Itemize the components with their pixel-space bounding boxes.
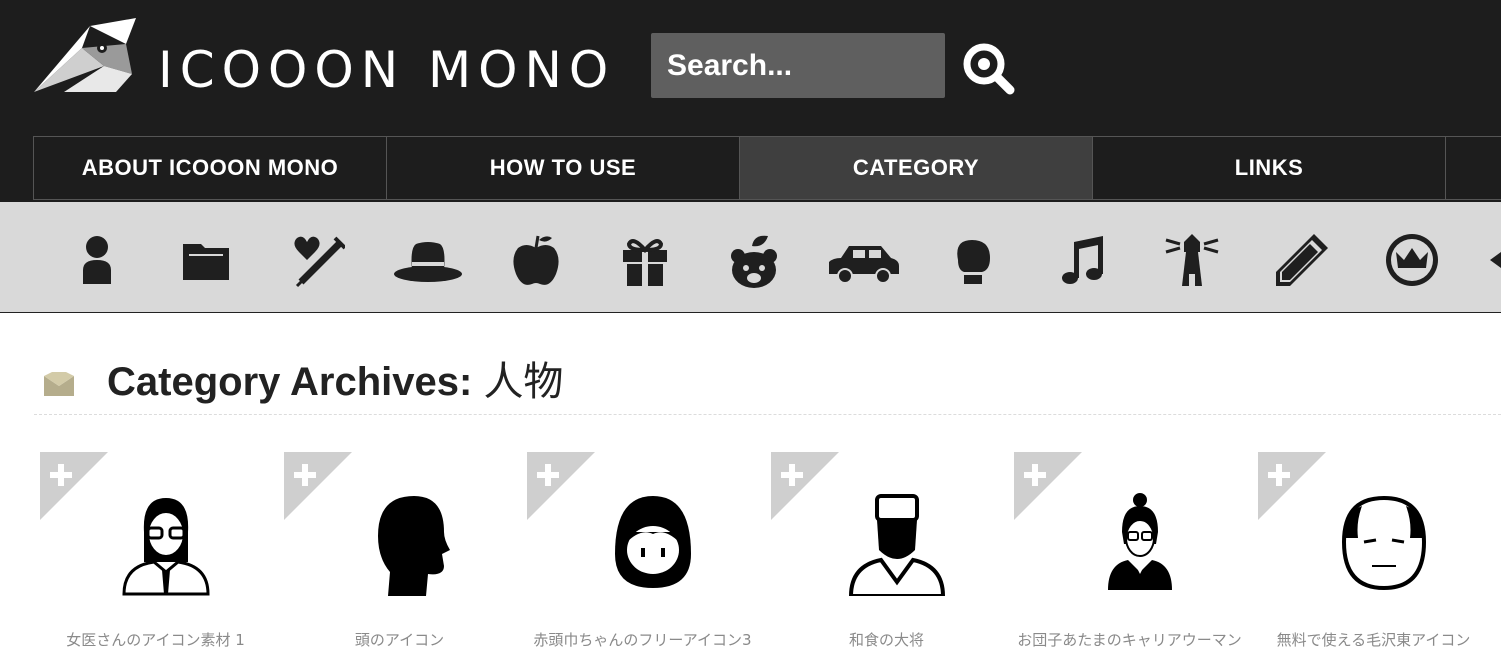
unicorn-logo-icon bbox=[34, 18, 136, 92]
icon-label[interactable]: 赤頭巾ちゃんのフリーアイコン3 bbox=[521, 629, 764, 651]
red-riding-hood-icon[interactable] bbox=[601, 492, 705, 596]
title-category: 人物 bbox=[483, 359, 564, 405]
icon-label[interactable]: 無料で使える毛沢東アイコン bbox=[1252, 629, 1495, 651]
icon-label[interactable]: 和食の大将 bbox=[765, 629, 1008, 651]
icon-label[interactable]: 頭のアイコン bbox=[278, 629, 521, 651]
icon-card[interactable]: 女医さんのアイコン素材 1 bbox=[34, 452, 277, 664]
person-icon[interactable] bbox=[67, 230, 127, 290]
next-category-icon[interactable] bbox=[1486, 230, 1501, 290]
icon-card[interactable]: 赤頭巾ちゃんのフリーアイコン3 bbox=[521, 452, 764, 664]
add-icon[interactable] bbox=[1258, 452, 1326, 520]
archive-title: Category Archives: 人物 bbox=[34, 356, 1501, 415]
add-icon[interactable] bbox=[771, 452, 839, 520]
apple-icon[interactable] bbox=[506, 230, 566, 290]
title-prefix: Category Archives: bbox=[107, 360, 484, 404]
icon-card[interactable]: お団子あたまのキャリアウーマン bbox=[1008, 452, 1251, 664]
category-strip bbox=[0, 202, 1501, 313]
search-icon[interactable] bbox=[960, 40, 1018, 96]
add-icon[interactable] bbox=[1014, 452, 1082, 520]
career-woman-icon[interactable] bbox=[1088, 492, 1192, 596]
icon-label[interactable]: 女医さんのアイコン素材 1 bbox=[34, 629, 277, 651]
icon-card[interactable]: 頭のアイコン bbox=[278, 452, 521, 664]
crown-icon[interactable] bbox=[1382, 230, 1442, 290]
folder-icon[interactable] bbox=[177, 230, 237, 290]
nav-about[interactable]: ABOUT ICOOON MONO bbox=[33, 136, 386, 200]
bear-icon[interactable] bbox=[724, 230, 784, 290]
icon-card[interactable]: 無料で使える毛沢東アイコン bbox=[1252, 452, 1501, 664]
head-icon[interactable] bbox=[358, 492, 462, 596]
gift-icon[interactable] bbox=[615, 230, 675, 290]
main-nav: ABOUT ICOOON MONO HOW TO USE CATEGORY LI… bbox=[33, 136, 1501, 200]
hat-icon[interactable] bbox=[394, 230, 462, 290]
folder-open-icon bbox=[44, 372, 74, 396]
add-icon[interactable] bbox=[284, 452, 352, 520]
pencil-icon[interactable] bbox=[1272, 230, 1332, 290]
old-man-icon[interactable] bbox=[1332, 492, 1436, 596]
nav-links[interactable]: LINKS bbox=[1092, 136, 1445, 200]
icon-card[interactable]: 和食の大将 bbox=[765, 452, 1008, 664]
logo-text: ICOOON MONO bbox=[158, 41, 616, 99]
icon-label[interactable]: お団子あたまのキャリアウーマン bbox=[1008, 629, 1251, 651]
nav-category[interactable]: CATEGORY bbox=[739, 136, 1092, 200]
nav-more[interactable] bbox=[1445, 136, 1501, 200]
nav-how-to-use[interactable]: HOW TO USE bbox=[386, 136, 739, 200]
lighthouse-icon[interactable] bbox=[1162, 230, 1222, 290]
site-header: ICOOON MONO ABOUT ICOOON MONO HOW TO USE… bbox=[0, 0, 1501, 202]
add-icon[interactable] bbox=[527, 452, 595, 520]
search-input[interactable] bbox=[651, 33, 945, 98]
car-icon[interactable] bbox=[827, 230, 901, 290]
music-note-icon[interactable] bbox=[1054, 230, 1114, 290]
boxing-glove-icon[interactable] bbox=[944, 230, 1004, 290]
page-title: Category Archives: 人物 bbox=[107, 356, 563, 408]
japanese-chef-icon[interactable] bbox=[845, 492, 949, 596]
add-icon[interactable] bbox=[40, 452, 108, 520]
medical-icon[interactable] bbox=[285, 230, 345, 290]
site-logo[interactable]: ICOOON MONO bbox=[30, 18, 610, 100]
female-doctor-icon[interactable] bbox=[114, 492, 218, 596]
